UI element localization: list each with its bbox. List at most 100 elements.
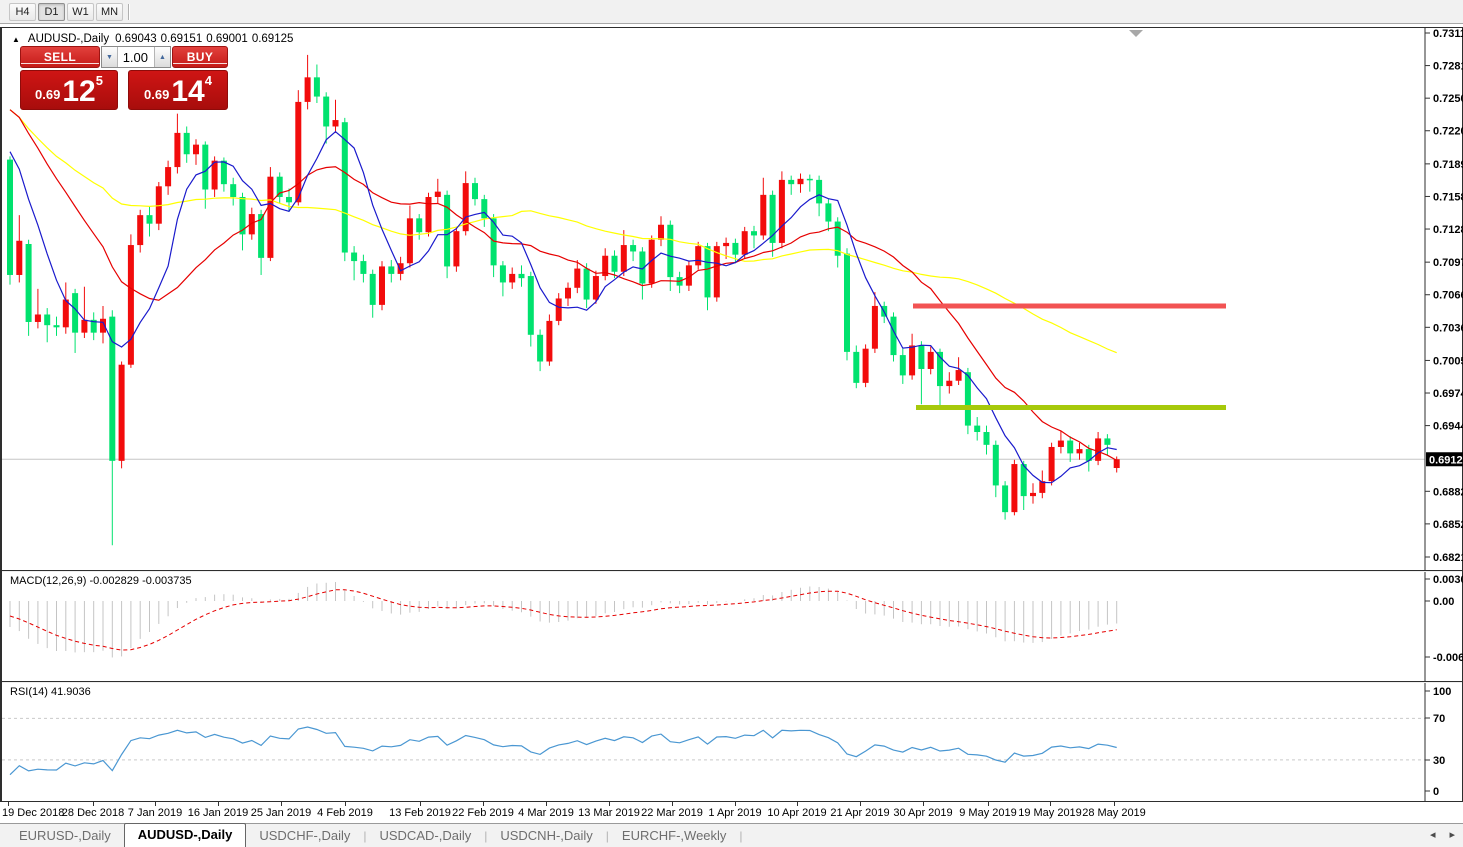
svg-text:0.70970: 0.70970 bbox=[1433, 257, 1463, 269]
time-tick bbox=[735, 802, 736, 806]
svg-text:0.70050: 0.70050 bbox=[1433, 355, 1463, 367]
chart-symbol-label: AUDUSD-,Daily bbox=[28, 33, 109, 45]
time-tick bbox=[1050, 802, 1051, 806]
rsi-indicator-pane[interactable]: RSI(14) 41.9036 100 70 30 0 bbox=[2, 683, 1462, 801]
svg-text:0.73115: 0.73115 bbox=[1433, 28, 1463, 40]
time-tick bbox=[988, 802, 989, 806]
time-label: 1 Apr 2019 bbox=[708, 807, 761, 819]
time-tick bbox=[609, 802, 610, 806]
tab-eurchf[interactable]: EURCHF-,Weekly bbox=[609, 825, 740, 847]
buy-button[interactable]: BUY bbox=[172, 46, 228, 68]
volume-increase-icon[interactable]: ▲ bbox=[154, 47, 170, 67]
tab-audusd[interactable]: AUDUSD-,Daily bbox=[124, 823, 247, 847]
tab-scroll-left-icon[interactable]: ◂ bbox=[1430, 829, 1436, 841]
svg-text:0.72200: 0.72200 bbox=[1433, 126, 1463, 138]
sell-price-big: 12 bbox=[62, 79, 95, 105]
time-tick bbox=[546, 802, 547, 806]
svg-text:0.00: 0.00 bbox=[1433, 596, 1454, 608]
tab-eurusd[interactable]: EURUSD-,Daily bbox=[6, 825, 124, 847]
time-label: 13 Mar 2019 bbox=[578, 807, 640, 819]
svg-text:0.72505: 0.72505 bbox=[1433, 93, 1463, 105]
time-label: 22 Feb 2019 bbox=[452, 807, 514, 819]
buy-price-big: 14 bbox=[171, 79, 204, 105]
time-tick bbox=[797, 802, 798, 806]
time-label: 30 Apr 2019 bbox=[893, 807, 952, 819]
svg-text:30: 30 bbox=[1433, 755, 1445, 767]
ohlc-close: 0.69125 bbox=[252, 33, 294, 45]
svg-text:0.70360: 0.70360 bbox=[1433, 322, 1463, 334]
time-label: 21 Apr 2019 bbox=[830, 807, 889, 819]
svg-text:0.69440: 0.69440 bbox=[1433, 421, 1463, 433]
svg-text:100: 100 bbox=[1433, 686, 1451, 698]
time-label: 7 Jan 2019 bbox=[128, 807, 182, 819]
time-label: 10 Apr 2019 bbox=[767, 807, 826, 819]
volume-stepper: ▼ ▲ bbox=[101, 46, 171, 68]
tab-scroll-right-icon[interactable]: ▸ bbox=[1449, 829, 1455, 841]
time-tick bbox=[93, 802, 94, 806]
time-tick bbox=[483, 802, 484, 806]
collapse-chart-icon[interactable]: ▲ bbox=[12, 35, 20, 44]
time-tick bbox=[8, 802, 9, 806]
time-tick bbox=[281, 802, 282, 806]
time-label: 28 May 2019 bbox=[1082, 807, 1146, 819]
svg-text:0: 0 bbox=[1433, 786, 1439, 798]
tab-usdcad[interactable]: USDCAD-,Daily bbox=[366, 825, 484, 847]
svg-text:0.68210: 0.68210 bbox=[1433, 552, 1463, 564]
time-tick bbox=[420, 802, 421, 806]
svg-text:0.71890: 0.71890 bbox=[1433, 159, 1463, 171]
time-tick bbox=[345, 802, 346, 806]
volume-input[interactable] bbox=[118, 47, 154, 67]
timeframe-button-mn[interactable]: MN bbox=[96, 3, 123, 21]
svg-text:0.003035: 0.003035 bbox=[1433, 574, 1463, 586]
time-label: 16 Jan 2019 bbox=[188, 807, 249, 819]
buy-price-pip: 4 bbox=[205, 73, 212, 88]
time-tick bbox=[860, 802, 861, 806]
svg-text:0.69745: 0.69745 bbox=[1433, 388, 1463, 400]
macd-indicator-pane[interactable]: MACD(12,26,9) -0.002829 -0.003735 0.0030… bbox=[2, 572, 1462, 681]
sell-price-pip: 5 bbox=[96, 73, 103, 88]
time-label: 22 Mar 2019 bbox=[641, 807, 703, 819]
tab-usdcnh[interactable]: USDCNH-,Daily bbox=[487, 825, 605, 847]
timeframe-toolbar: H4D1W1MN bbox=[0, 0, 1463, 24]
rsi-chart[interactable]: 100 70 30 0 bbox=[2, 683, 1463, 801]
toolbar-separator bbox=[128, 4, 130, 20]
buy-price-prefix: 0.69 bbox=[144, 87, 169, 102]
timeframe-button-w1[interactable]: W1 bbox=[67, 3, 94, 21]
tab-usdchf[interactable]: USDCHF-,Daily bbox=[246, 825, 363, 847]
time-label: 19 Dec 2018 bbox=[2, 807, 64, 819]
svg-text:0.71280: 0.71280 bbox=[1433, 224, 1463, 236]
macd-chart[interactable]: 0.003035 0.00 -0.006311 bbox=[2, 572, 1463, 681]
time-tick bbox=[1114, 802, 1115, 806]
time-label: 4 Feb 2019 bbox=[317, 807, 373, 819]
svg-text:0.72810: 0.72810 bbox=[1433, 61, 1463, 73]
time-label: 4 Mar 2019 bbox=[518, 807, 574, 819]
time-axis[interactable]: 19 Dec 201828 Dec 20187 Jan 201916 Jan 2… bbox=[0, 802, 1463, 823]
sell-price-prefix: 0.69 bbox=[35, 87, 60, 102]
ohlc-low: 0.69001 bbox=[206, 33, 248, 45]
tab-separator: | bbox=[739, 829, 742, 847]
svg-text:0.71585: 0.71585 bbox=[1433, 191, 1463, 203]
one-click-trading-panel: SELL ▼ ▲ BUY 0.69 12 5 0.69 14 4 bbox=[20, 46, 228, 110]
sell-price-box[interactable]: 0.69 12 5 bbox=[20, 70, 118, 110]
volume-decrease-icon[interactable]: ▼ bbox=[102, 47, 118, 67]
macd-label: MACD(12,26,9) -0.002829 -0.003735 bbox=[10, 575, 192, 587]
ohlc-open: 0.69043 bbox=[115, 33, 157, 45]
time-label: 9 May 2019 bbox=[959, 807, 1016, 819]
time-tick bbox=[923, 802, 924, 806]
svg-text:0.68520: 0.68520 bbox=[1433, 519, 1463, 531]
svg-text:0.70665: 0.70665 bbox=[1433, 290, 1463, 302]
buy-price-box[interactable]: 0.69 14 4 bbox=[128, 70, 228, 110]
timeframe-button-d1[interactable]: D1 bbox=[38, 3, 65, 21]
chart-tab-bar: EURUSD-,DailyAUDUSD-,DailyUSDCHF-,Daily |… bbox=[0, 823, 1463, 847]
sell-button[interactable]: SELL bbox=[20, 46, 100, 68]
price-chart-pane[interactable]: ▲ AUDUSD-,Daily 0.69043 0.69151 0.69001 … bbox=[2, 28, 1462, 570]
time-tick bbox=[672, 802, 673, 806]
timeframe-button-h4[interactable]: H4 bbox=[9, 3, 36, 21]
svg-text:0.68825: 0.68825 bbox=[1433, 486, 1463, 498]
svg-text:70: 70 bbox=[1433, 713, 1445, 725]
time-label: 13 Feb 2019 bbox=[389, 807, 451, 819]
chart-window: ▲ AUDUSD-,Daily 0.69043 0.69151 0.69001 … bbox=[0, 27, 1463, 802]
rsi-label: RSI(14) 41.9036 bbox=[10, 686, 91, 698]
ohlc-high: 0.69151 bbox=[161, 33, 203, 45]
svg-text:-0.006311: -0.006311 bbox=[1433, 652, 1463, 664]
